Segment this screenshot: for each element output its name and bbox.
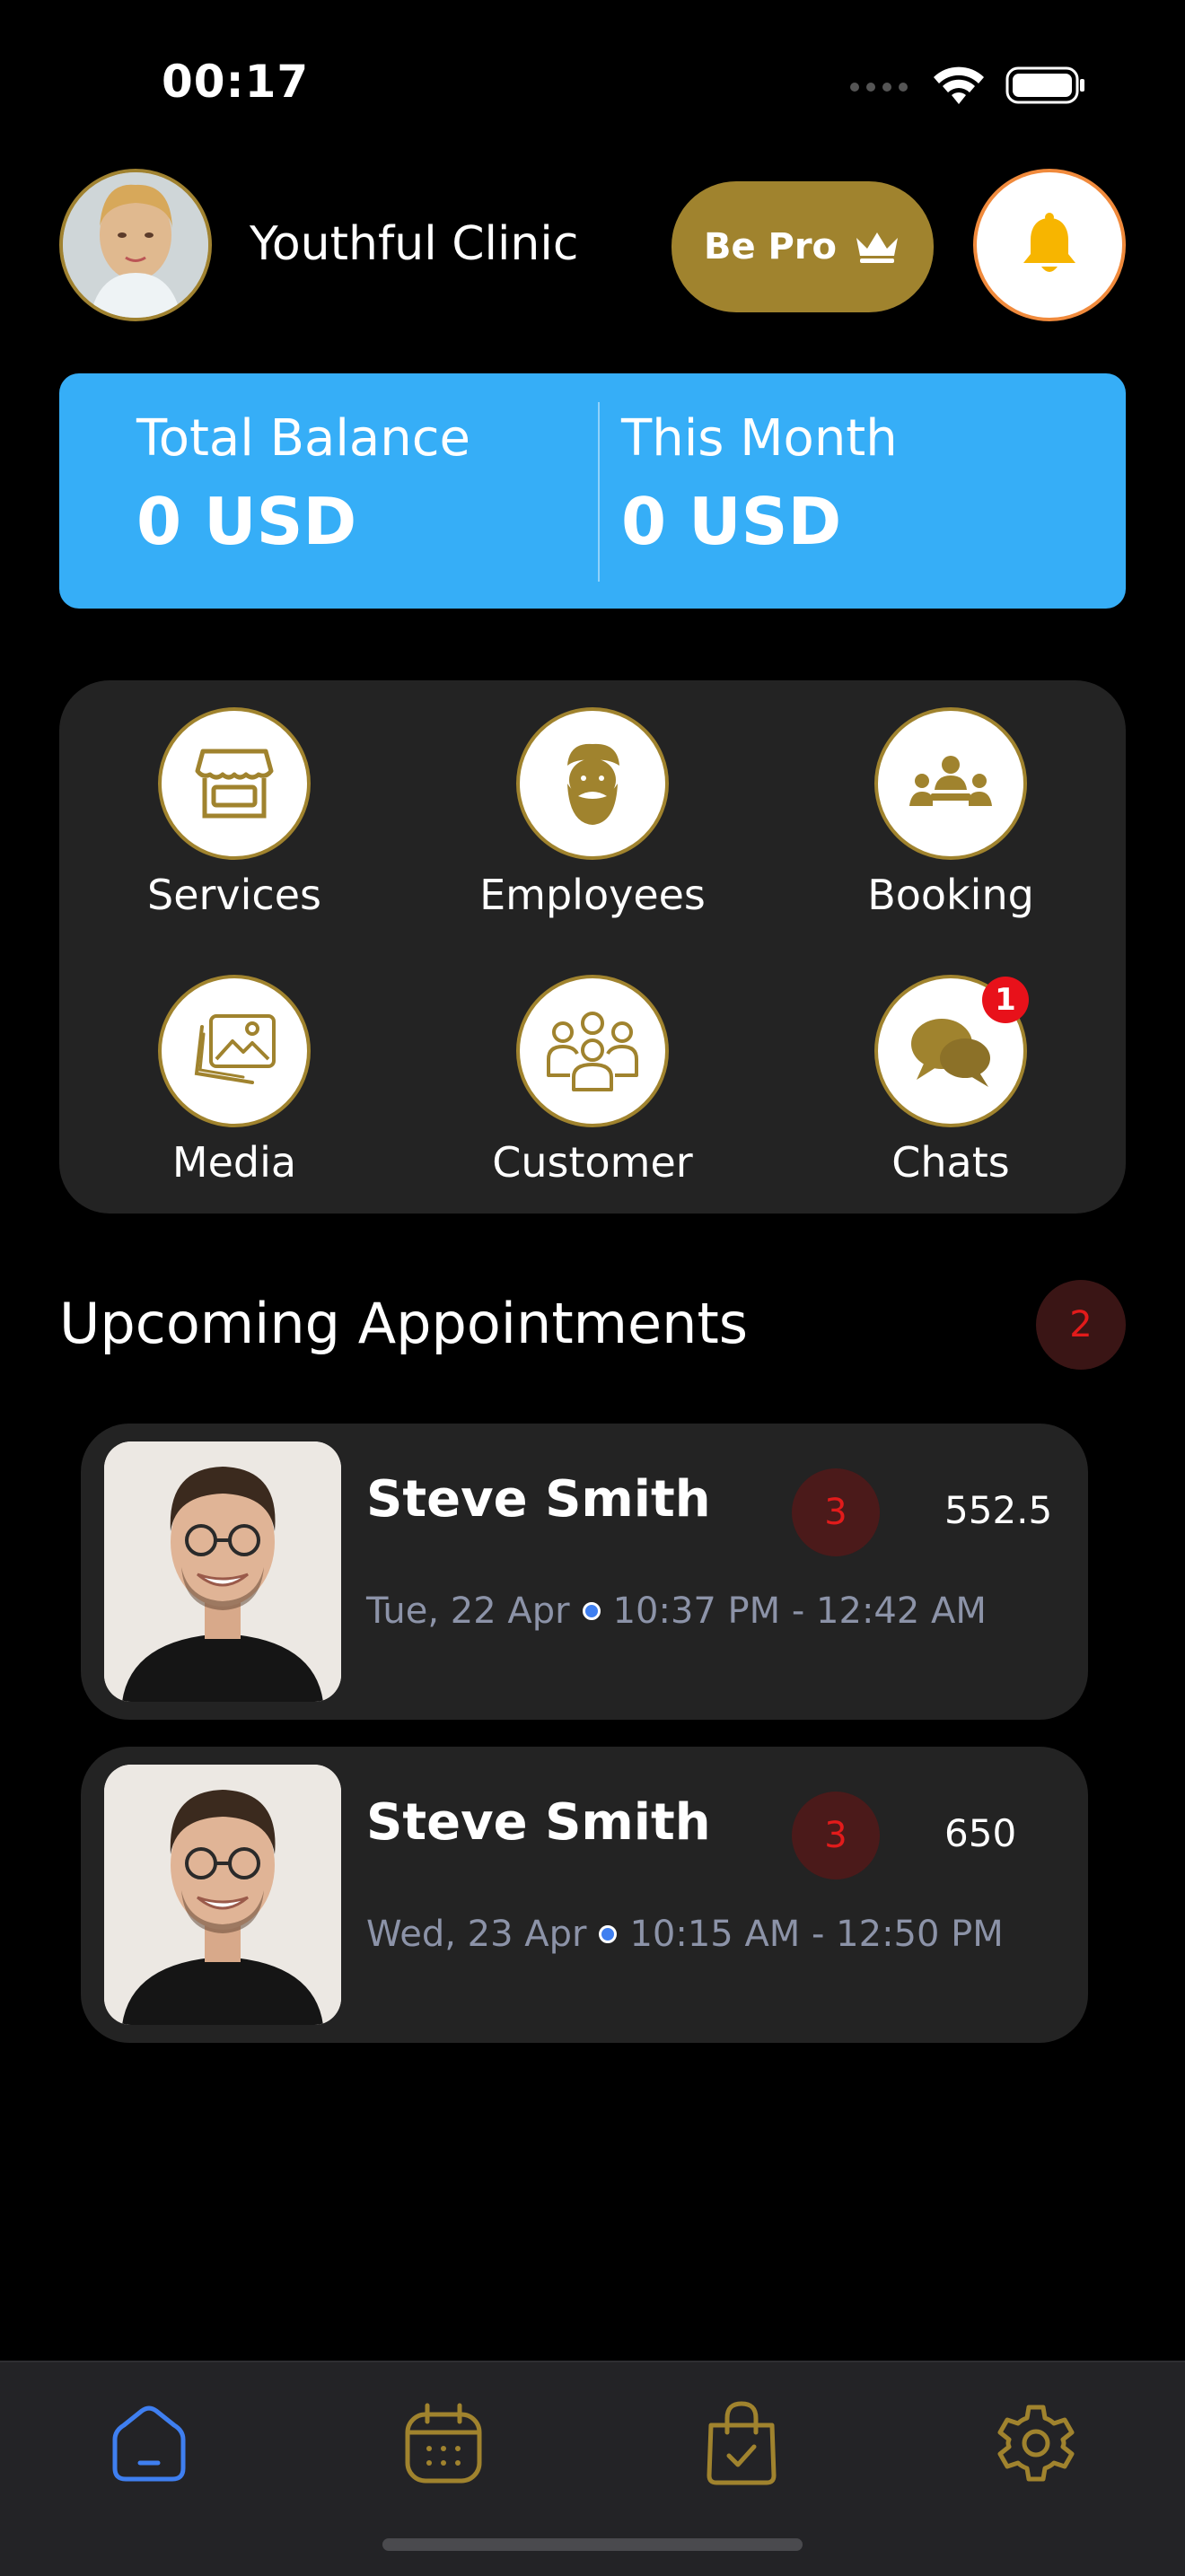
be-pro-button[interactable]: Be Pro: [672, 181, 934, 312]
tab-calendar[interactable]: [390, 2389, 497, 2497]
chats-unread-badge: 1: [982, 977, 1029, 1023]
appointment-date: Wed, 23 Apr: [366, 1914, 587, 1955]
customer-photo: [104, 1441, 341, 1702]
battery-icon: [1005, 66, 1084, 104]
bearded-man-icon: [567, 743, 619, 825]
menu-item-customer[interactable]: Customer: [444, 975, 741, 1187]
employees-icon-circle: [516, 707, 669, 860]
tab-home[interactable]: [95, 2389, 203, 2497]
appointment-time: 10:15 AM - 12:50 PM: [629, 1914, 1004, 1955]
menu-label-customer: Customer: [492, 1138, 693, 1187]
month-balance-value: 0 USD: [621, 484, 842, 559]
appointment-schedule: Wed, 23 Apr 10:15 AM - 12:50 PM: [366, 1914, 1004, 1955]
home-icon: [112, 2405, 186, 2482]
crown-icon: [856, 232, 899, 263]
storefront-icon: [195, 749, 274, 819]
menu-item-booking[interactable]: Booking: [803, 707, 1099, 919]
services-icon-circle: [158, 707, 311, 860]
appointment-price: 650: [944, 1811, 1017, 1855]
system-icons: [849, 65, 1086, 106]
bell-icon: [1023, 213, 1075, 272]
group-table-icon: [909, 756, 992, 806]
header: Youthful Clinic Be Pro: [59, 169, 1126, 325]
chats-icon-circle: 1: [874, 975, 1029, 1127]
menu-label-services: Services: [147, 871, 321, 919]
home-indicator: [382, 2538, 803, 2551]
separator-dot: [582, 1602, 601, 1620]
menu-item-services[interactable]: Services: [86, 707, 382, 919]
image-gallery-icon: [194, 1014, 276, 1084]
clinic-name: Youthful Clinic: [250, 217, 579, 271]
status-time: 00:17: [162, 56, 310, 108]
menu-item-media[interactable]: Media: [86, 975, 382, 1187]
customer-icon-circle: [516, 975, 669, 1127]
cellular-signal-icon: [850, 83, 908, 92]
appointment-schedule: Tue, 22 Apr 10:37 PM - 12:42 AM: [366, 1590, 987, 1632]
menu-item-employees[interactable]: Employees: [444, 707, 741, 919]
people-group-icon: [547, 1012, 638, 1091]
menu-label-media: Media: [171, 1138, 297, 1187]
appointment-customer-name: Steve Smith: [366, 1470, 711, 1529]
appointment-card[interactable]: Steve Smith 3 650 Wed, 23 Apr 10:15 AM -…: [81, 1747, 1088, 2043]
appointment-date: Tue, 22 Apr: [366, 1590, 570, 1632]
tab-orders[interactable]: [688, 2389, 795, 2497]
clinic-avatar[interactable]: [59, 169, 212, 321]
appointment-count-badge: 3: [792, 1792, 880, 1879]
menu-item-chats[interactable]: 1 Chats: [803, 975, 1099, 1187]
customer-photo: [104, 1765, 341, 2025]
quick-menu: Services Employees Booking Media Custome…: [59, 680, 1126, 1214]
separator-dot: [599, 1925, 618, 1943]
menu-label-employees: Employees: [479, 871, 706, 919]
booking-icon-circle: [874, 707, 1027, 860]
total-balance-value: 0 USD: [136, 484, 357, 559]
month-balance: This Month 0 USD: [621, 409, 898, 559]
status-bar: 00:17: [0, 0, 1185, 171]
appointment-card[interactable]: Steve Smith 3 552.5 Tue, 22 Apr 10:37 PM…: [81, 1424, 1088, 1720]
total-balance: Total Balance 0 USD: [136, 409, 470, 559]
appointment-price: 552.5: [944, 1488, 1053, 1532]
appointments-title: Upcoming Appointments: [59, 1291, 749, 1356]
menu-label-chats: Chats: [891, 1138, 1010, 1187]
gear-icon: [997, 2405, 1075, 2482]
month-balance-label: This Month: [621, 409, 898, 468]
appointment-customer-name: Steve Smith: [366, 1793, 711, 1852]
menu-label-booking: Booking: [867, 871, 1034, 919]
balance-card: Total Balance 0 USD This Month 0 USD: [59, 373, 1126, 609]
appointments-count-badge: 2: [1036, 1280, 1126, 1370]
chat-bubbles-icon: [911, 1019, 990, 1087]
calendar-icon: [405, 2403, 482, 2484]
notifications-button[interactable]: [973, 169, 1126, 321]
balance-divider: [598, 402, 600, 582]
appointment-time: 10:37 PM - 12:42 AM: [612, 1590, 987, 1632]
shopping-bag-check-icon: [707, 2401, 777, 2485]
media-icon-circle: [158, 975, 311, 1127]
be-pro-label: Be Pro: [703, 226, 838, 267]
wifi-icon: [934, 66, 984, 104]
tab-settings[interactable]: [982, 2389, 1090, 2497]
appointment-count-badge: 3: [792, 1468, 880, 1556]
total-balance-label: Total Balance: [136, 409, 470, 468]
